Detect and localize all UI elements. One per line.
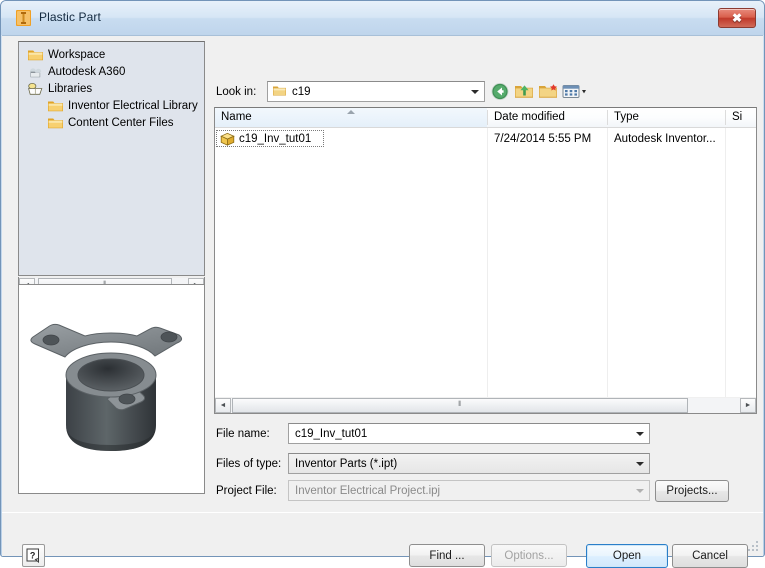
scroll-right-button[interactable]: ►: [740, 397, 756, 413]
sidebar-item-content-center-files[interactable]: Content Center Files: [19, 115, 204, 132]
look-in-dropdown[interactable]: c19: [267, 81, 485, 102]
help-icon: ?: [26, 548, 39, 563]
chevron-down-icon[interactable]: [471, 90, 479, 94]
file-name-input[interactable]: c19_Inv_tut01: [288, 423, 650, 444]
inventor-part-icon: [15, 9, 32, 27]
column-label: Name: [221, 111, 252, 123]
sidebar-item-workspace[interactable]: Workspace: [19, 47, 204, 64]
cloud-folder-icon: [27, 65, 44, 79]
find-button-label: Find ...: [429, 549, 465, 562]
sidebar-item-label: Content Center Files: [68, 117, 174, 129]
chevron-down-icon[interactable]: [636, 432, 644, 436]
column-label: Type: [614, 111, 639, 123]
scroll-left-button[interactable]: ◄: [215, 397, 231, 413]
file-list-horizontal-scrollbar[interactable]: ◄ ⦀ ►: [214, 397, 757, 414]
help-button[interactable]: ?: [22, 544, 45, 567]
folder-icon: [47, 116, 64, 130]
folder-icon: [27, 48, 44, 62]
column-header-type[interactable]: Type: [608, 108, 725, 127]
file-type-cell: Autodesk Inventor...: [614, 133, 716, 145]
cancel-button[interactable]: Cancel: [672, 544, 748, 568]
title-bar[interactable]: Plastic Part ✖: [1, 1, 764, 35]
projects-button[interactable]: Projects...: [655, 480, 729, 502]
open-button[interactable]: Open: [586, 544, 668, 568]
project-file-dropdown: Inventor Electrical Project.ipj: [288, 480, 650, 501]
options-button-label: Options...: [504, 549, 554, 562]
chevron-left-icon: ◄: [219, 401, 227, 409]
grip-icon: ⦀: [458, 401, 462, 408]
cancel-button-label: Cancel: [692, 550, 728, 562]
file-size-cell: [726, 132, 756, 146]
files-of-type-label: Files of type:: [216, 458, 282, 470]
places-tree[interactable]: Workspace Autodesk A360 Libraries Invent…: [18, 41, 205, 276]
sidebar-item-label: Autodesk A360: [48, 66, 126, 78]
sidebar-item-inventor-electrical-library[interactable]: Inventor Electrical Library: [19, 98, 204, 115]
preview-panel: [18, 284, 205, 494]
folder-icon: [47, 99, 64, 113]
options-button: Options...: [491, 544, 567, 567]
file-list[interactable]: Name Date modified Type Si c19_Inv_tut01…: [214, 107, 757, 403]
sidebar-item-label: Libraries: [48, 83, 93, 95]
sidebar-item-label: Inventor Electrical Library: [68, 100, 198, 112]
inventor-part-cube-icon: [220, 132, 235, 146]
look-in-label: Look in:: [216, 86, 257, 98]
find-button[interactable]: Find ...: [409, 544, 485, 567]
chevron-right-icon: ►: [744, 401, 752, 409]
dialog-body: Workspace Autodesk A360 Libraries Invent…: [2, 35, 763, 568]
sidebar-item-libraries[interactable]: Libraries: [19, 81, 204, 98]
projects-button-label: Projects...: [666, 485, 718, 497]
sidebar-item-label: Workspace: [48, 49, 106, 61]
column-header-size[interactable]: Si: [726, 108, 756, 127]
files-of-type-dropdown[interactable]: Inventor Parts (*.ipt): [288, 453, 650, 474]
file-list-header: Name Date modified Type Si: [215, 108, 756, 128]
project-file-label: Project File:: [216, 485, 277, 497]
scrollbar-track[interactable]: ⦀: [231, 397, 740, 413]
project-file-value: Inventor Electrical Project.ipj: [295, 485, 441, 497]
column-label: Date modified: [494, 111, 565, 123]
up-one-level-button[interactable]: [513, 81, 535, 102]
column-header-name[interactable]: Name: [215, 108, 487, 127]
column-header-date-modified[interactable]: Date modified: [488, 108, 607, 127]
look-in-value: c19: [292, 86, 311, 98]
scrollbar-thumb[interactable]: ⦀: [232, 397, 688, 413]
views-button[interactable]: [561, 81, 589, 102]
file-name-label: File name:: [216, 428, 270, 440]
plastic-part-dialog: Plastic Part ✖ Workspace Autodesk A360 L…: [0, 0, 765, 568]
chevron-down-icon[interactable]: [636, 462, 644, 466]
sidebar-item-autodesk-a360[interactable]: Autodesk A360: [19, 64, 204, 81]
folder-icon: [272, 85, 287, 98]
close-icon: ✖: [731, 11, 743, 25]
new-folder-button[interactable]: [537, 81, 559, 102]
file-name-value: c19_Inv_tut01: [295, 428, 368, 440]
back-button[interactable]: [489, 81, 511, 102]
column-label: Si: [732, 111, 743, 123]
svg-text:?: ?: [30, 550, 36, 560]
sort-ascending-icon: [347, 110, 355, 114]
open-button-label: Open: [612, 550, 642, 562]
footer-separator: [2, 512, 763, 513]
window-title: Plastic Part: [39, 10, 101, 24]
resize-grip[interactable]: [747, 540, 760, 553]
file-name-cell: c19_Inv_tut01: [239, 132, 312, 145]
table-row[interactable]: c19_Inv_tut01: [216, 130, 324, 147]
plastic-part-3d-preview: [30, 323, 183, 451]
chevron-down-icon: [636, 489, 644, 493]
library-icon: [27, 82, 44, 96]
files-of-type-value: Inventor Parts (*.ipt): [295, 458, 398, 470]
file-date-cell: 7/24/2014 5:55 PM: [494, 133, 592, 145]
close-button[interactable]: ✖: [718, 8, 756, 28]
